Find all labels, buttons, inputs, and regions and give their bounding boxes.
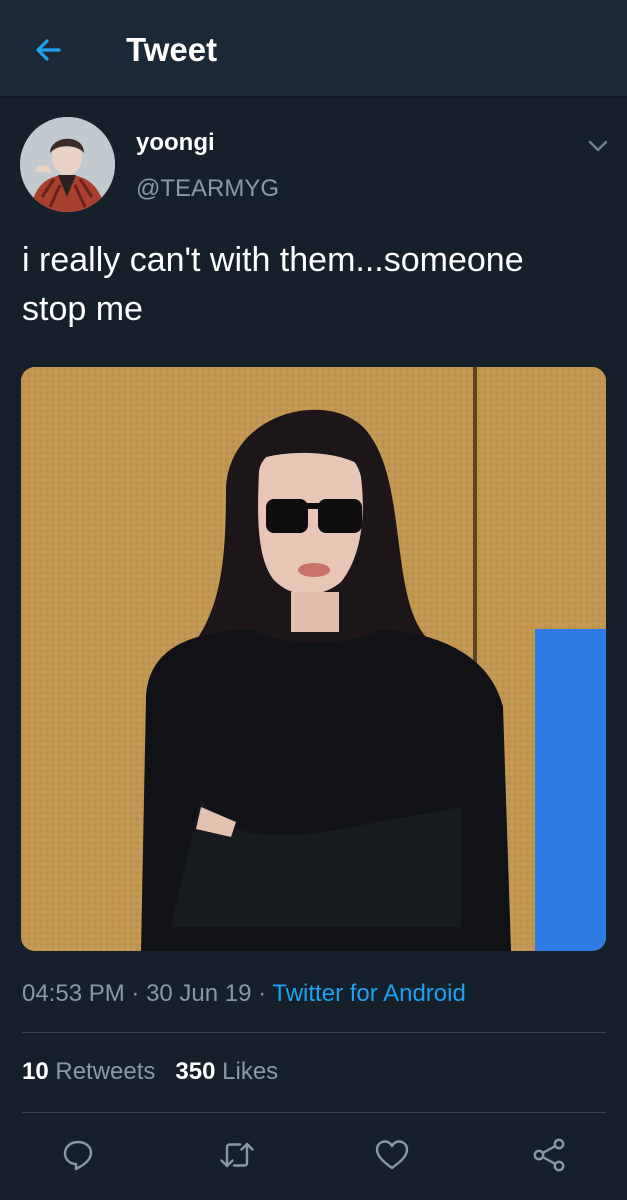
separator-dot: · — [124, 980, 147, 1007]
chevron-down-icon — [588, 140, 608, 152]
retweets-label: Retweets — [55, 1058, 156, 1085]
more-options-button[interactable] — [583, 131, 613, 161]
photo-image — [21, 367, 606, 951]
tweet-actions — [0, 1132, 627, 1178]
avatar[interactable] — [20, 117, 115, 212]
heart-icon — [375, 1140, 409, 1170]
back-button[interactable] — [28, 30, 68, 70]
arrow-left-icon — [36, 39, 61, 61]
tweet-author: yoongi @TEARMYG — [0, 115, 627, 215]
retweet-button[interactable] — [214, 1132, 260, 1178]
page-title: Tweet — [126, 31, 218, 68]
tweet-photo[interactable] — [21, 367, 606, 951]
tweet-date: 30 Jun 19 — [146, 980, 252, 1007]
share-button[interactable] — [526, 1132, 572, 1178]
display-name[interactable]: yoongi — [136, 129, 215, 157]
tweet-time: 04:53 PM — [22, 980, 125, 1007]
likes-stat[interactable]: 350 Likes — [175, 1058, 278, 1085]
share-icon — [533, 1138, 565, 1172]
tweet-stats: 10 Retweets 350 Likes — [22, 1058, 278, 1086]
separator-dot: · — [251, 980, 273, 1007]
tweet-text: i really can't with them...someone stop … — [22, 241, 524, 328]
likes-label: Likes — [222, 1058, 279, 1085]
likes-count: 350 — [175, 1058, 216, 1085]
like-button[interactable] — [369, 1132, 415, 1178]
user-handle[interactable]: @TEARMYG — [136, 175, 279, 203]
retweets-stat[interactable]: 10 Retweets — [22, 1058, 155, 1085]
reply-icon — [63, 1140, 93, 1171]
retweets-count: 10 — [22, 1058, 49, 1085]
tweet-timestamp: 04:53 PM · 30 Jun 19 · Twitter for Andro… — [22, 980, 466, 1008]
avatar-photo — [20, 117, 115, 212]
divider — [22, 1032, 606, 1033]
divider — [22, 1112, 606, 1113]
reply-button[interactable] — [55, 1132, 101, 1178]
retweet-icon — [220, 1142, 254, 1168]
tweet-source-link[interactable]: Twitter for Android — [272, 980, 465, 1007]
top-app-bar: Tweet — [0, 0, 627, 98]
